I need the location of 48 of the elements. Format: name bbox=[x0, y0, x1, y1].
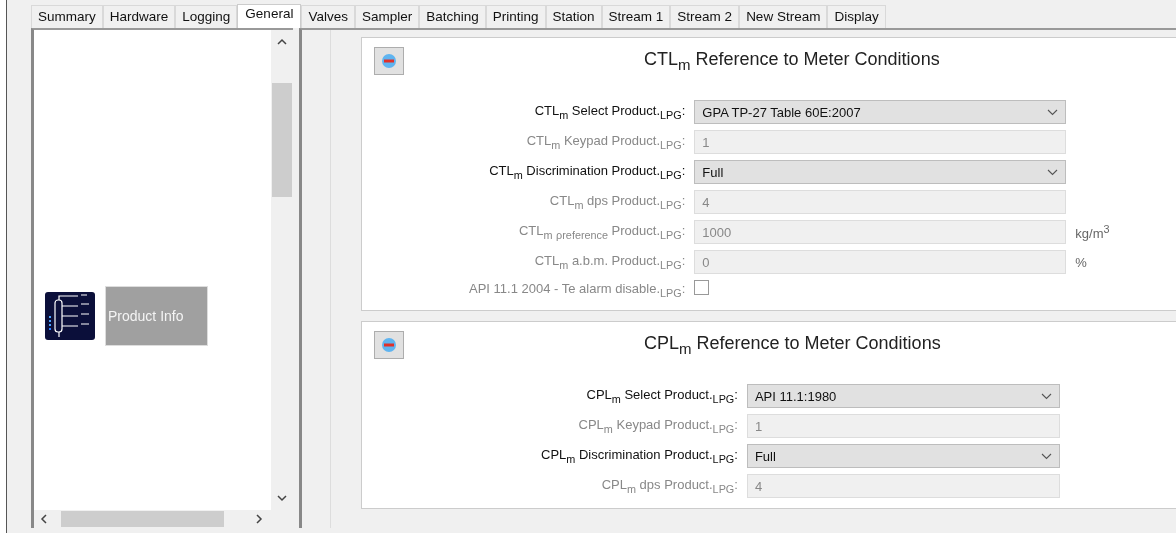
section-title: CTL$_{m}$ Reference to Meter Conditions bbox=[644, 49, 940, 73]
scroll-right-icon[interactable] bbox=[256, 514, 263, 524]
chevron-down-icon bbox=[1040, 452, 1052, 460]
tab[interactable]: Hardware bbox=[102, 5, 176, 28]
tab[interactable]: Stream 1 bbox=[601, 5, 671, 28]
tab[interactable]: New Stream bbox=[739, 5, 828, 28]
unit-label: % bbox=[1075, 254, 1088, 270]
field-label: CTL$_{m}$ $_{ρreference}$ Product.$_{LPG}$: bbox=[517, 223, 686, 241]
minus-circle-icon bbox=[381, 337, 397, 353]
scroll-up-icon[interactable] bbox=[277, 38, 287, 45]
tab[interactable]: Sampler bbox=[354, 5, 420, 28]
field-label: CTL$_{m}$ a.b.m. Product.$_{LPG}$: bbox=[533, 253, 686, 271]
field-label: CPL$_{m}$ dps Product.$_{LPG}$: bbox=[600, 477, 738, 495]
field-label: CPL$_{m}$ Keypad Product.$_{LPG}$: bbox=[577, 417, 738, 435]
dropdown[interactable]: Full bbox=[746, 444, 1060, 468]
field-label: CTL$_{m}$ Discrimination Product.$_{LPG}$: bbox=[488, 163, 686, 181]
scroll-down-icon[interactable] bbox=[277, 495, 287, 502]
horizontal-scrollbar[interactable] bbox=[34, 510, 293, 528]
tab[interactable]: Display bbox=[827, 5, 886, 28]
tab[interactable]: Stream 2 bbox=[670, 5, 740, 28]
field-label: CTL$_{m}$ Select Product.$_{LPG}$: bbox=[533, 103, 686, 121]
tab[interactable]: Batching bbox=[419, 5, 486, 28]
dropdown[interactable]: Full bbox=[694, 160, 1067, 184]
field-label: API 11.1 2004 - Te alarm disable.$_{LPG}$: bbox=[469, 281, 686, 299]
column-diagram-icon bbox=[45, 292, 95, 340]
minus-circle-icon bbox=[381, 53, 397, 69]
dropdown[interactable]: API 11.1:1980 bbox=[746, 384, 1060, 408]
tab[interactable]: Summary bbox=[31, 5, 103, 28]
field-label: CPL$_{m}$ Discrimination Product.$_{LPG}$: bbox=[541, 447, 738, 465]
scroll-left-icon[interactable] bbox=[40, 514, 47, 524]
field-label: CPL$_{m}$ Select Product.$_{LPG}$: bbox=[585, 387, 738, 405]
scroll-thumb[interactable] bbox=[272, 83, 292, 197]
dropdown[interactable]: GPA TP-27 Table 60E:2007 bbox=[694, 100, 1067, 124]
tab[interactable]: Logging bbox=[175, 5, 238, 28]
unit-label: kg/m$^{3}$ bbox=[1075, 222, 1111, 242]
field-label: CTL$_{m}$ Keypad Product.$_{LPG}$: bbox=[525, 133, 686, 151]
field-label: CTL$_{m}$ dps Product.$_{LPG}$: bbox=[548, 193, 686, 211]
tab[interactable]: Station bbox=[545, 5, 602, 28]
collapse-button[interactable] bbox=[374, 47, 404, 75]
tab[interactable]: Printing bbox=[485, 5, 546, 28]
tab[interactable]: General bbox=[237, 4, 302, 28]
collapse-button[interactable] bbox=[374, 331, 404, 359]
chevron-down-icon bbox=[1040, 392, 1052, 400]
section-title: CPL$_{m}$ Reference to Meter Conditions bbox=[644, 333, 941, 357]
tab[interactable]: Valves bbox=[301, 5, 355, 28]
chevron-down-icon bbox=[1047, 108, 1059, 116]
scroll-thumb[interactable] bbox=[61, 511, 224, 527]
chevron-down-icon bbox=[1047, 168, 1059, 176]
